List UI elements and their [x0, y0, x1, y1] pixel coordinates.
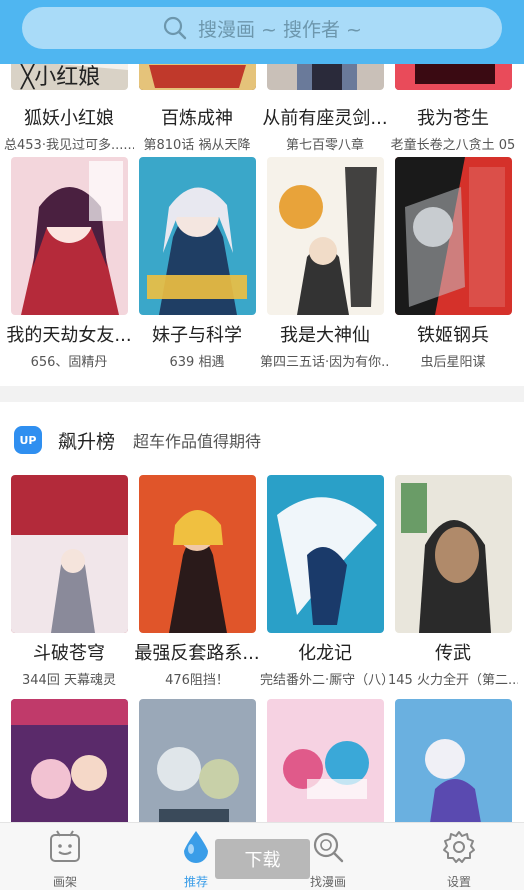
comic-title: 狐妖小红娘 — [24, 108, 114, 129]
download-button[interactable]: 下载 — [215, 839, 310, 879]
shelf-icon — [50, 830, 80, 862]
comic-title: 化龙记 — [298, 643, 352, 664]
comic-cover — [267, 157, 384, 315]
comic-cover — [11, 475, 128, 633]
comic-cover — [395, 157, 512, 315]
search-icon — [313, 832, 344, 863]
comic-cover — [139, 157, 256, 315]
comic-title: 我是大神仙 — [280, 325, 370, 346]
comic-cover — [139, 475, 256, 633]
comic-chapter: 第四三五话·因为有你... — [260, 355, 390, 370]
comic-chapter: 老童长卷之八贪土 05 — [390, 138, 516, 153]
comic-chapter: 完结番外二·厮守（八） — [260, 673, 390, 688]
nav-item-settings[interactable]: 设置 — [414, 829, 504, 890]
comic-chapter: 145 火力全开（第二... — [388, 673, 518, 688]
nav-item-shelf[interactable]: 画架 — [20, 829, 110, 890]
svg-text:╳小红娘: ╳小红娘 — [20, 63, 100, 90]
comic-title: 百炼成神 — [161, 108, 233, 129]
search-icon — [163, 16, 187, 40]
comic-card[interactable]: 铁姬钢兵 虫后星阳谋 — [395, 157, 512, 370]
search-bar[interactable]: 搜漫画 ~ 搜作者 ~ — [22, 7, 502, 49]
comic-title: 斗破苍穹 — [33, 643, 105, 664]
drop-icon — [184, 831, 208, 863]
comic-card[interactable]: 斗破苍穹 344回 天幕魂灵 — [11, 475, 128, 688]
section-header-rising[interactable]: UP 飙升榜 超车作品值得期待 — [0, 420, 524, 460]
comic-chapter: 639 相遇 — [169, 355, 225, 370]
search-placeholder: 搜漫画 ~ 搜作者 ~ — [198, 18, 362, 41]
comic-card[interactable]: 化龙记 完结番外二·厮守（八） — [260, 475, 390, 688]
section-divider — [0, 386, 524, 402]
comic-title: 妹子与科学 — [152, 325, 242, 346]
comic-title: 铁姬钢兵 — [417, 325, 489, 346]
comic-card[interactable]: 我的天劫女友... 656、固精丹 — [6, 157, 132, 370]
up-badge-icon: UP — [14, 426, 42, 454]
comic-title: 传武 — [435, 643, 471, 664]
comic-card[interactable]: 传武 145 火力全开（第二... — [388, 475, 518, 688]
comic-chapter: 第810话 祸从天降 — [143, 138, 251, 153]
comic-title: 从前有座灵剑... — [262, 108, 388, 129]
comic-cover — [267, 475, 384, 633]
comic-chapter: 虫后星阳谋 — [420, 355, 486, 370]
comic-title: 我的天劫女友... — [6, 325, 132, 346]
comic-title: 我为苍生 — [417, 108, 489, 129]
comic-title: 最强反套路系... — [134, 643, 260, 664]
comic-card[interactable]: 妹子与科学 639 相遇 — [139, 157, 256, 370]
comic-chapter: 第七百零八章 — [285, 138, 364, 153]
comic-chapter: 476阻挡！ — [165, 673, 229, 688]
comic-chapter: 总453·我见过可多...... — [4, 138, 134, 153]
gear-icon — [443, 831, 475, 863]
header-bar: 搜漫画 ~ 搜作者 ~ — [0, 0, 524, 64]
comic-card[interactable]: 最强反套路系... 476阻挡！ — [134, 475, 260, 688]
nav-label: 画架 — [52, 875, 77, 889]
comic-cover — [11, 157, 128, 315]
comic-chapter: 344回 天幕魂灵 — [22, 673, 116, 688]
comic-card[interactable]: 我是大神仙 第四三五话·因为有你... — [260, 157, 390, 370]
nav-label: 设置 — [446, 875, 471, 889]
comic-cover — [395, 475, 512, 633]
section-title: 飙升榜 — [58, 430, 116, 453]
section-subtitle: 超车作品值得期待 — [133, 432, 262, 451]
app-page: 搜漫画 ~ 搜作者 ~ ╳小红娘 狐妖小红娘 总453·我见过可多...... — [0, 0, 524, 890]
comic-chapter: 656、固精丹 — [30, 355, 108, 370]
